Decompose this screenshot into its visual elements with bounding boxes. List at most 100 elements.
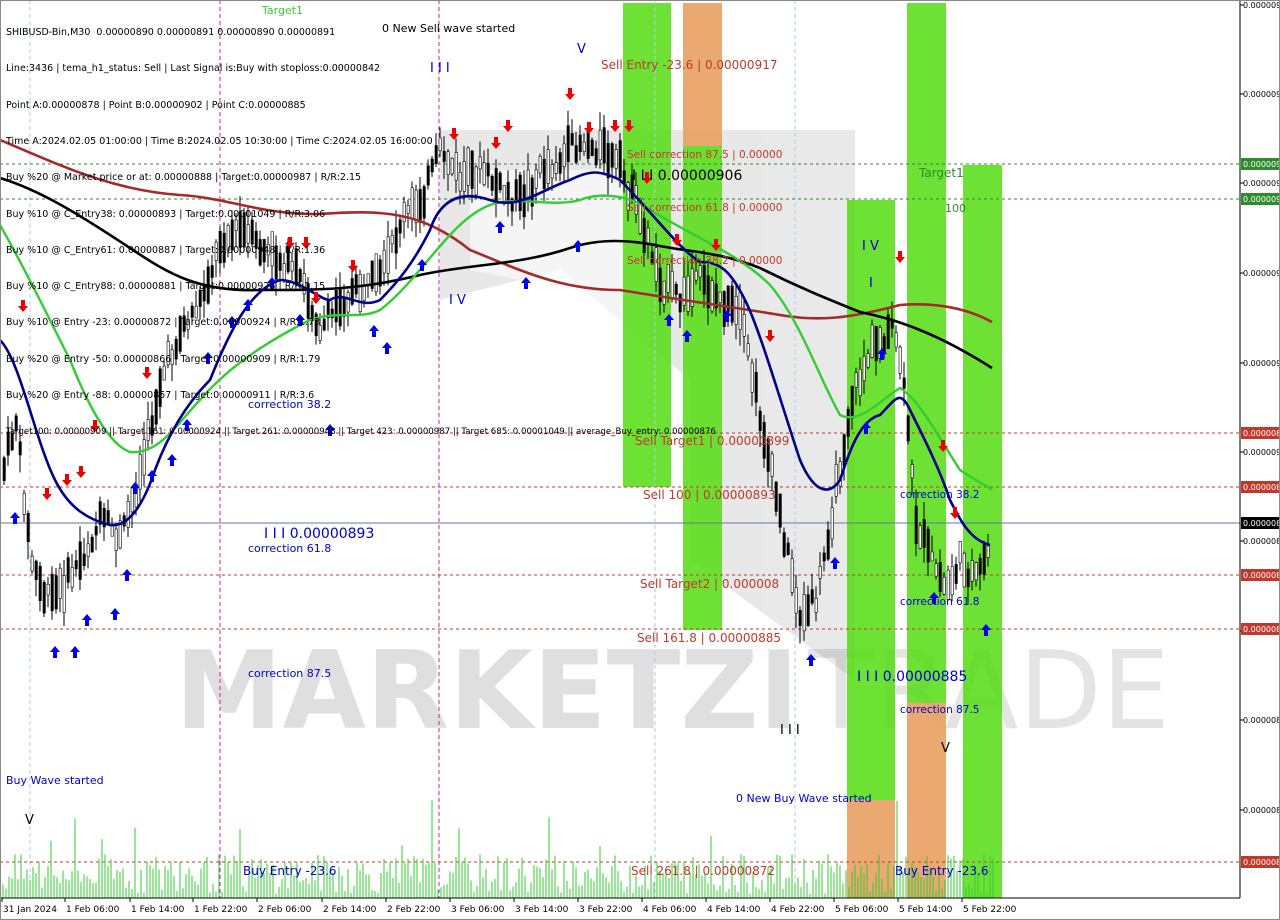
time-tick-label: 3 Feb 06:00 bbox=[451, 905, 505, 915]
candle-body bbox=[2, 457, 6, 481]
wave-i-b: I bbox=[869, 276, 873, 291]
candle-body bbox=[942, 576, 946, 595]
time-tick-label: 1 Feb 14:00 bbox=[131, 905, 185, 915]
info-line: Buy %20 @ Entry -88: 0.00000857 | Target… bbox=[6, 390, 315, 401]
candle-body bbox=[902, 377, 906, 389]
candle-body bbox=[750, 362, 754, 393]
indicator-info-panel: SHIBUSD-Bin,M30 0.00000890 0.00000891 0.… bbox=[6, 3, 716, 450]
time-tick-label: 3 Feb 14:00 bbox=[515, 905, 569, 915]
candle-body bbox=[138, 454, 142, 490]
candle-body bbox=[718, 291, 722, 303]
candle-body bbox=[974, 562, 978, 581]
correction-618-b: correction 61.8 bbox=[900, 596, 979, 608]
sell-100-label: Sell 100 | 0.00000893 bbox=[643, 488, 776, 502]
price-tag-label: 0.000008 bbox=[1243, 483, 1280, 492]
candle-body bbox=[78, 541, 82, 580]
candle-body bbox=[126, 500, 130, 528]
candle-body bbox=[858, 368, 862, 397]
time-tick-label: 2 Feb 14:00 bbox=[323, 905, 377, 915]
candle-body bbox=[70, 567, 74, 588]
info-line: Buy %10 @ C_Entry61: 0.00000887 | Target… bbox=[6, 244, 326, 256]
candle-body bbox=[950, 565, 954, 596]
candle-body bbox=[930, 551, 934, 562]
sell-2618-label: Sell 261.8 | 0.00000872 bbox=[631, 864, 775, 878]
time-tick-label: 5 Feb 14:00 bbox=[899, 905, 953, 915]
candle-body bbox=[822, 552, 826, 562]
candle-body bbox=[802, 594, 806, 632]
price-tag-label: 0.000009 bbox=[1243, 195, 1280, 204]
candle-body bbox=[934, 563, 938, 577]
candle-body bbox=[814, 597, 818, 613]
price-axis: 0.000009 0.000009 0.000009 0.000009 0.000009… bbox=[1239, 0, 1280, 898]
candle-body bbox=[970, 560, 974, 582]
candle-body bbox=[978, 557, 982, 575]
candle-body bbox=[786, 542, 790, 555]
price-tag-label: 0.000009 bbox=[1243, 160, 1280, 169]
candle-body bbox=[846, 409, 850, 437]
candle-body bbox=[106, 510, 110, 524]
candle-body bbox=[966, 568, 970, 588]
symbol-line: SHIBUSD-Bin,M30 0.00000890 0.00000891 0.… bbox=[6, 27, 336, 39]
candle-body bbox=[754, 371, 758, 403]
buy-level-893: I I I 0.00000893 bbox=[264, 526, 374, 542]
candle-body bbox=[922, 519, 926, 548]
candle-body bbox=[46, 583, 50, 596]
candle-body bbox=[730, 285, 734, 323]
candle-body bbox=[842, 434, 846, 467]
price-tick-label: 0.000009 bbox=[1243, 359, 1280, 368]
buy-wave-label: 0 New Buy Wave started bbox=[736, 792, 872, 805]
wave-iii-bottom: I I I bbox=[780, 723, 800, 738]
candle-body bbox=[50, 573, 54, 612]
time-tick-label: 4 Feb 06:00 bbox=[643, 905, 697, 915]
candle-body bbox=[906, 415, 910, 442]
candle-body bbox=[910, 464, 914, 479]
wave-iv-b: I V bbox=[862, 239, 879, 254]
candle-body bbox=[798, 609, 802, 627]
price-tag-label: 0.000008 bbox=[1243, 519, 1280, 528]
candle-body bbox=[66, 557, 70, 583]
info-line: Time A:2024.02.05 01:00:00 | Time B:2024… bbox=[6, 136, 433, 148]
candle-body bbox=[874, 326, 878, 361]
sell-target2-label: Sell Target2 | 0.000008 bbox=[640, 577, 779, 591]
price-tick-label: 0.000009 bbox=[1243, 448, 1280, 457]
candle-body bbox=[86, 543, 90, 557]
time-tick-label: 2 Feb 06:00 bbox=[258, 905, 312, 915]
price-tick-label: 0.000009 bbox=[1243, 179, 1280, 188]
wave-v-bottom: V bbox=[941, 741, 950, 756]
candle-body bbox=[870, 324, 874, 358]
info-line: Buy %20 @ Entry -50: 0.00000866 | Target… bbox=[6, 353, 321, 365]
correction-875-b: correction 87.5 bbox=[900, 704, 979, 716]
candle-body bbox=[58, 567, 62, 599]
t100-label: 100 bbox=[945, 202, 966, 215]
price-tick-label: 0.000009 bbox=[1243, 90, 1280, 99]
candle-body bbox=[74, 560, 78, 570]
candle-body bbox=[830, 507, 834, 540]
time-tick-label: 1 Feb 22:00 bbox=[194, 905, 248, 915]
candle-body bbox=[810, 589, 814, 604]
candle-body bbox=[26, 513, 30, 542]
info-line: Buy %10 @ C_Entry38: 0.00000893 | Target… bbox=[6, 208, 326, 220]
correction-618-a: correction 61.8 bbox=[248, 542, 331, 555]
price-tag-label: 0.000008 bbox=[1243, 429, 1280, 438]
info-line: Line:3436 | tema_h1_status: Sell | Last … bbox=[6, 63, 381, 75]
correction-382-b: correction 38.2 bbox=[900, 489, 979, 501]
time-tick-label: 31 Jan 2024 bbox=[3, 905, 57, 915]
candle-body bbox=[770, 453, 774, 477]
candle-body bbox=[794, 587, 798, 614]
candle-body bbox=[834, 464, 838, 497]
time-tick-label: 4 Feb 14:00 bbox=[707, 905, 761, 915]
buy-entry-b: Buy Entry -23.6 bbox=[895, 864, 989, 878]
candle-body bbox=[758, 410, 762, 431]
time-tick-label: 3 Feb 22:00 bbox=[579, 905, 633, 915]
candle-body bbox=[938, 562, 942, 592]
candle-body bbox=[854, 372, 858, 388]
candle-body bbox=[806, 594, 810, 626]
candle-body bbox=[82, 553, 86, 567]
candle-body bbox=[90, 536, 94, 553]
buy-entry-a: Buy Entry -23.6 bbox=[243, 864, 337, 878]
candle-body bbox=[982, 544, 986, 575]
candle-body bbox=[110, 524, 114, 537]
candle-body bbox=[38, 565, 42, 601]
time-axis: 31 Jan 2024 1 Feb 06:00 1 Feb 14:00 1 Feb 2… bbox=[0, 897, 1240, 915]
candle-body bbox=[30, 555, 34, 572]
